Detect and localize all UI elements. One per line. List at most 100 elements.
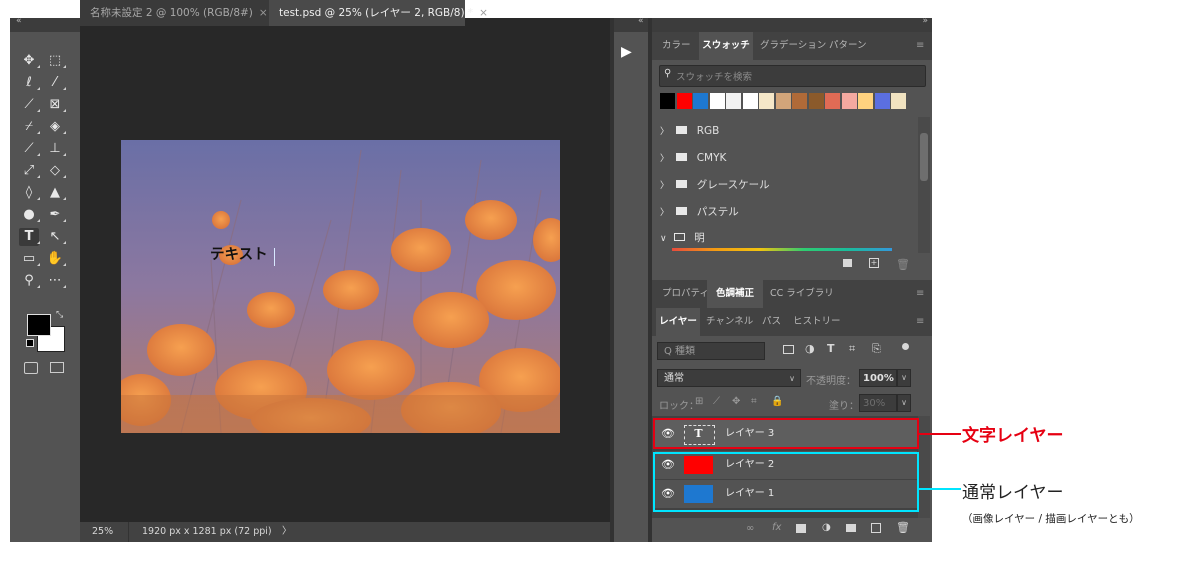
rectangle-tool-icon[interactable]: ▭	[19, 250, 40, 268]
tab-cc-libraries[interactable]: CC ライブラリ	[770, 280, 834, 308]
filter-pixel-icon[interactable]	[783, 345, 794, 354]
marquee-tool-icon[interactable]: ⬚	[45, 52, 66, 70]
color-swatch[interactable]	[891, 93, 906, 109]
slice-tool-icon[interactable]: ⟋	[19, 96, 40, 114]
play-actions-icon[interactable]: ▶	[621, 44, 632, 60]
fill-dropdown-icon[interactable]: ∨	[897, 394, 911, 412]
paint-bucket-tool-icon[interactable]: ◊	[19, 184, 40, 202]
folder-icon[interactable]	[846, 524, 856, 532]
tab-paths[interactable]: パス	[762, 308, 781, 336]
brush-tool-icon[interactable]: ⟋	[19, 140, 40, 158]
tools-panel-header[interactable]: «	[10, 16, 80, 32]
tab-layers[interactable]: レイヤー	[656, 308, 700, 336]
layer-filter-select[interactable]: Q 種類	[657, 342, 765, 360]
color-swatch[interactable]	[660, 93, 675, 109]
scrollbar-thumb[interactable]	[920, 133, 928, 181]
tab-untitled-2[interactable]: 名称未設定 2 @ 100% (RGB/8#) ×	[80, 0, 269, 26]
adjustment-icon[interactable]: ◑	[822, 522, 831, 533]
panel-menu-icon[interactable]: ≡	[916, 288, 924, 299]
new-group-folder-icon[interactable]	[843, 259, 852, 267]
lock-artboard-icon[interactable]: ⌗	[751, 396, 757, 407]
color-swatch[interactable]	[676, 93, 692, 109]
quick-mask-icon[interactable]	[24, 362, 38, 374]
zoom-level[interactable]: 25%	[92, 522, 113, 542]
blur-tool-icon[interactable]: ▲	[45, 184, 66, 202]
lock-image-icon[interactable]: ⟋	[713, 396, 720, 407]
trash-icon[interactable]: 🗑	[896, 258, 910, 271]
swatch-folder-pastel[interactable]: 〉 パステル	[660, 202, 739, 222]
swatch-folder-rgb[interactable]: 〉 RGB	[660, 121, 719, 141]
history-brush-tool-icon[interactable]: ⤢	[19, 162, 40, 180]
lock-transparent-icon[interactable]: ⊞	[695, 396, 703, 407]
frame-tool-icon[interactable]: ⊠	[45, 96, 66, 114]
color-swatch[interactable]	[808, 93, 824, 109]
status-arrow-icon[interactable]: 〉	[282, 522, 292, 542]
fill-input[interactable]: 30%	[859, 394, 897, 412]
more-tools-icon[interactable]: ⋯	[45, 272, 66, 290]
path-selection-tool-icon[interactable]: ↖	[45, 228, 66, 246]
stamp-tool-icon[interactable]: ⊥	[45, 140, 66, 158]
chevron-right-icon[interactable]: 〉	[660, 181, 669, 191]
tab-adjustments[interactable]: 色調補正	[707, 280, 763, 308]
new-swatch-icon[interactable]: +	[869, 258, 879, 268]
hand-tool-icon[interactable]: ✋	[45, 250, 66, 268]
blend-mode-select[interactable]: 通常 ∨	[657, 369, 801, 387]
color-swatch[interactable]	[742, 93, 758, 109]
default-colors-icon[interactable]	[26, 339, 34, 347]
close-icon[interactable]: ×	[259, 7, 268, 19]
lock-position-icon[interactable]: ✥	[732, 396, 740, 407]
foreground-color-icon[interactable]	[27, 314, 51, 336]
color-swatch[interactable]	[726, 93, 741, 109]
swatch-folder-grayscale[interactable]: 〉 グレースケール	[660, 175, 770, 195]
pen-tool-icon[interactable]: ✒	[45, 206, 66, 224]
zoom-tool-icon[interactable]: ⚲	[19, 272, 40, 290]
lock-all-icon[interactable]: 🔒	[771, 396, 783, 407]
screen-mode-icon[interactable]	[50, 362, 64, 373]
healing-brush-tool-icon[interactable]: ◈	[45, 118, 66, 136]
canvas-image[interactable]: テキスト	[111, 140, 569, 442]
link-icon[interactable]: ∞	[746, 523, 754, 534]
dodge-tool-icon[interactable]: ●	[19, 206, 40, 224]
close-icon[interactable]: ×	[479, 7, 488, 19]
color-swatch[interactable]	[874, 93, 890, 109]
color-swatch[interactable]	[693, 93, 708, 109]
color-swatch[interactable]	[825, 93, 840, 109]
mask-icon[interactable]	[796, 524, 806, 533]
color-swatch[interactable]	[792, 93, 807, 109]
tab-channels[interactable]: チャンネル	[706, 308, 753, 336]
color-swatch[interactable]	[858, 93, 873, 109]
canvas-text-layer[interactable]: テキスト	[210, 243, 268, 264]
fx-icon[interactable]: fx	[772, 522, 781, 533]
lasso-tool-icon[interactable]: ℓ	[19, 74, 40, 92]
color-swatch[interactable]	[775, 93, 791, 109]
eraser-tool-icon[interactable]: ◇	[45, 162, 66, 180]
swap-colors-icon[interactable]: ⤡	[56, 310, 63, 320]
new-layer-icon[interactable]	[871, 523, 881, 533]
move-tool-icon[interactable]: ✥	[19, 52, 40, 70]
tab-swatches[interactable]: スウォッチ	[699, 32, 753, 60]
opacity-dropdown-icon[interactable]: ∨	[897, 369, 911, 387]
filter-toggle-icon[interactable]	[902, 343, 909, 350]
filter-shape-icon[interactable]: ⌗	[849, 342, 855, 356]
tab-color[interactable]: カラー	[662, 32, 691, 60]
panel-menu-icon[interactable]: ≡	[916, 316, 924, 327]
tab-test-psd[interactable]: test.psd @ 25% (レイヤー 2, RGB/8) * ×	[269, 0, 488, 26]
layers-scrollbar[interactable]	[918, 416, 930, 518]
chevron-right-icon[interactable]: 〉	[660, 208, 669, 218]
chevron-right-icon[interactable]: 〉	[660, 154, 669, 164]
chevron-right-icon[interactable]: 〉	[660, 127, 669, 137]
magic-wand-tool-icon[interactable]: ⁄	[45, 74, 66, 92]
filter-adjustment-icon[interactable]: ◑	[805, 342, 815, 355]
tab-patterns[interactable]: パターン	[829, 32, 867, 60]
tab-properties[interactable]: プロパティ	[662, 280, 709, 308]
eyedropper-tool-icon[interactable]: ⌿	[19, 118, 40, 136]
color-swatch[interactable]	[709, 93, 725, 109]
filter-type-icon[interactable]: T	[827, 342, 835, 355]
panel-menu-icon[interactable]: ≡	[916, 40, 924, 51]
chevron-down-icon[interactable]: ∨	[660, 234, 667, 244]
bright-swatch-strip[interactable]	[672, 248, 892, 251]
tab-gradients[interactable]: グラデーション	[760, 32, 826, 60]
color-swatch[interactable]	[841, 93, 857, 109]
swatch-folder-cmyk[interactable]: 〉 CMYK	[660, 148, 726, 168]
type-tool-icon[interactable]: T	[19, 228, 40, 246]
